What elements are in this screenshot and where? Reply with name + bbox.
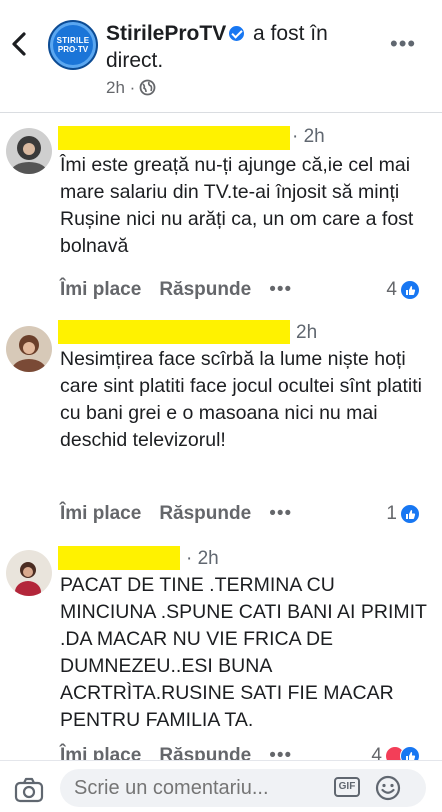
comment-actions: Îmi place Răspunde ••• <box>60 279 292 301</box>
reply-button[interactable]: Răspunde <box>159 279 251 300</box>
comment-time[interactable]: 2h <box>296 322 317 344</box>
logo-text-line1: STIRILE <box>56 36 90 45</box>
post-meta: 2h · <box>106 78 156 98</box>
header-divider <box>0 112 442 113</box>
more-options-icon[interactable]: ••• <box>390 33 416 55</box>
reply-button[interactable]: Răspunde <box>159 503 251 524</box>
comment-composer: GIF <box>0 760 442 812</box>
reaction-count-value: 4 <box>386 279 397 300</box>
comment-text: Nesimțirea face scîrbă la lume niște hoț… <box>60 348 423 451</box>
reaction-count-value: 1 <box>386 503 397 524</box>
back-chevron-icon[interactable] <box>8 30 30 58</box>
smiley-icon[interactable] <box>375 775 401 801</box>
globe-icon <box>139 79 156 96</box>
comment: 2h Nesimțirea face scîrbă la lume niște … <box>0 318 442 536</box>
comment: · 2h PACAT DE TINE .TERMINA CU MINCIUNA … <box>0 540 442 766</box>
comment-text: PACAT DE TINE .TERMINA CU MINCIUNA .SPUN… <box>60 574 427 731</box>
comment-more-icon[interactable]: ••• <box>269 503 292 524</box>
reaction-count[interactable]: 1 <box>386 503 420 525</box>
like-icon <box>400 280 420 300</box>
comment-time[interactable]: · 2h <box>186 548 219 570</box>
like-icon <box>400 504 420 524</box>
comment-input[interactable] <box>60 769 426 807</box>
gif-button[interactable]: GIF <box>334 777 360 797</box>
comment-text: Îmi este greață nu-ți ajunge că,ie cel m… <box>60 154 414 257</box>
commenter-avatar[interactable] <box>6 326 52 372</box>
like-button[interactable]: Îmi place <box>60 503 141 524</box>
commenter-avatar[interactable] <box>6 550 52 596</box>
post-time[interactable]: 2h <box>106 78 125 97</box>
reaction-count[interactable]: 4 <box>386 279 420 301</box>
comment-actions: Îmi place Răspunde ••• <box>60 503 292 525</box>
commenter-name-redacted[interactable] <box>58 546 180 570</box>
page-avatar[interactable]: STIRILE PRO·TV <box>48 20 98 70</box>
comment: · 2h Îmi este greață nu-ți ajunge că,ie … <box>0 120 442 320</box>
comment-time[interactable]: · 2h <box>292 126 325 148</box>
commenter-name-redacted[interactable] <box>58 126 290 150</box>
like-button[interactable]: Îmi place <box>60 279 141 300</box>
camera-icon[interactable] <box>14 777 44 803</box>
logo-text-line2: PRO·TV <box>57 45 89 54</box>
commenter-name-redacted[interactable] <box>58 320 290 344</box>
post-title: StirileProTV a fost în direct. <box>106 20 376 74</box>
page-name-link[interactable]: StirileProTV <box>106 22 226 45</box>
comment-more-icon[interactable]: ••• <box>269 279 292 300</box>
verified-badge-icon <box>229 26 245 41</box>
post-header: STIRILE PRO·TV StirileProTV a fost în di… <box>0 0 442 108</box>
commenter-avatar[interactable] <box>6 128 52 174</box>
